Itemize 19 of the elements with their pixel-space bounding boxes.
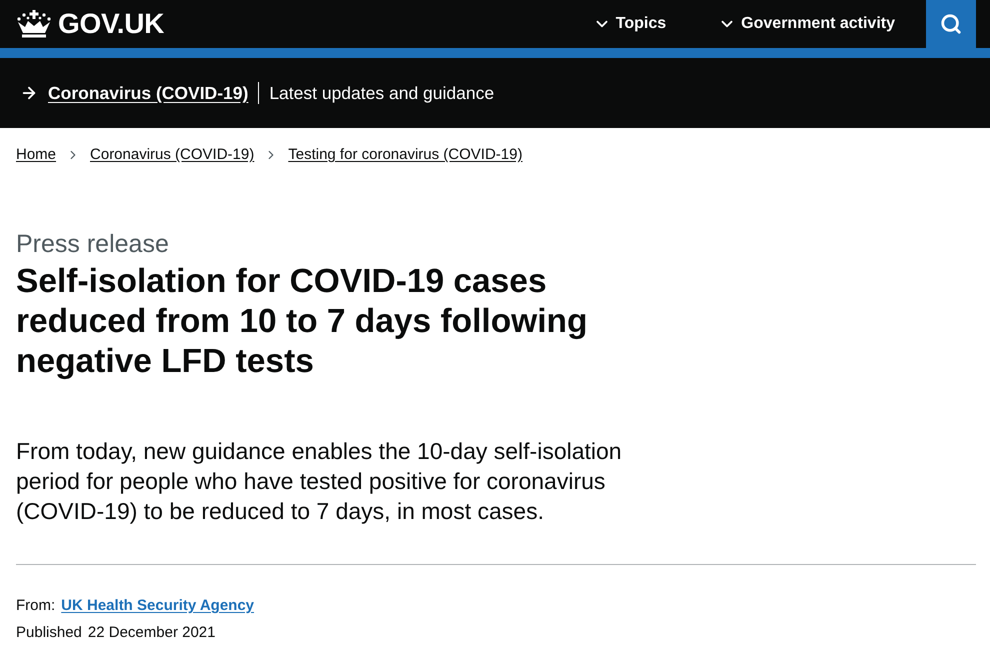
banner-link[interactable]: Coronavirus (COVID-19) xyxy=(48,82,260,104)
published-date: 22 December 2021 xyxy=(88,623,216,643)
breadcrumb-link[interactable]: Coronavirus (COVID-19) xyxy=(90,146,254,163)
search-icon xyxy=(940,13,962,35)
page-title: Self-isolation for COVID-19 cases reduced from 10 to 7 days following negative LFD tests xyxy=(16,262,588,382)
search-button[interactable] xyxy=(926,0,976,48)
arrow-icon xyxy=(20,84,38,102)
crown-icon xyxy=(16,9,52,39)
banner-text: Latest updates and guidance xyxy=(269,82,494,104)
organisation-link[interactable]: UK Health Security Agency xyxy=(61,596,254,616)
meta-label: From: xyxy=(16,596,56,616)
nav-menu-button[interactable]: Government activity xyxy=(718,0,895,48)
breadcrumb-link[interactable]: Testing for coronavirus (COVID-19) xyxy=(288,146,522,163)
lead-paragraph: From today, new guidance enables the 10-day self-isolation period for people who have tested positive for coronavirus (COVID-19) to be reduced to 7 days, in most cases. xyxy=(16,437,623,526)
nav-menu-button[interactable]: Topics xyxy=(592,0,666,48)
page-caption: Press release xyxy=(16,230,170,258)
meta-label: Published xyxy=(16,623,82,643)
govuk-logo[interactable]: GOV.UK xyxy=(16,0,164,48)
breadcrumb-link[interactable]: Home xyxy=(16,146,56,163)
